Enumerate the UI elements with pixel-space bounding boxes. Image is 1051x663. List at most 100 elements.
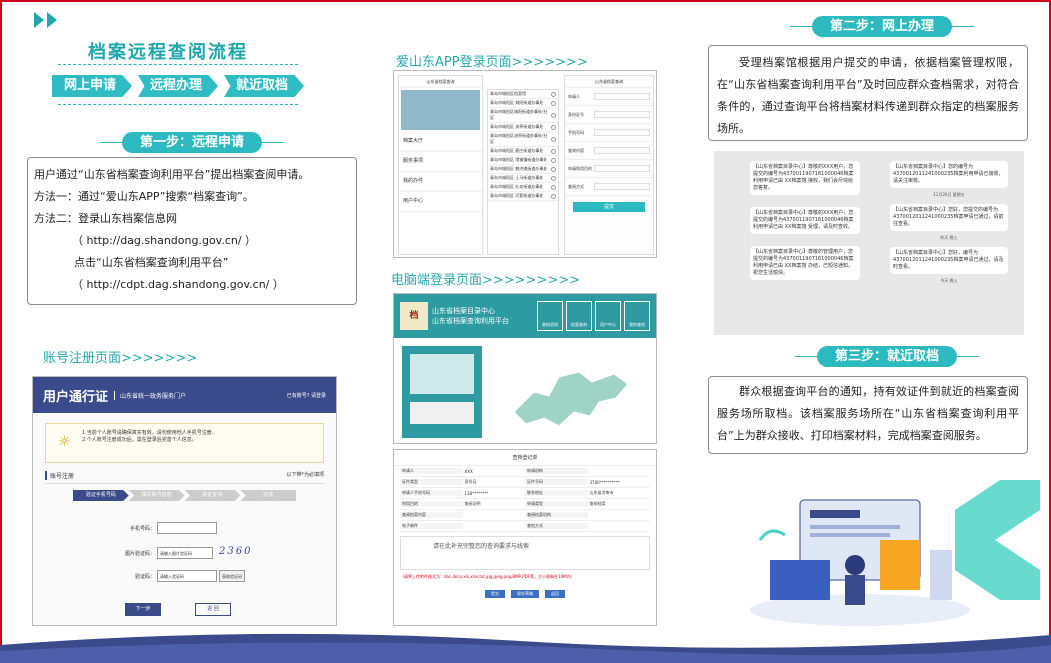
district-item[interactable]: 青岛市城阳区城阳街道办事处/社区	[488, 108, 558, 123]
app-menu-item[interactable]: 服务事项	[399, 152, 482, 172]
reg-notice-1: 1.当前个人账号请确保真实有效，请勿使用他人手机号注册。	[82, 430, 217, 436]
district-item[interactable]: 青岛市城阳区 棘洪滩街道办事处	[488, 165, 558, 174]
form-cell-value[interactable]: 查阅证明	[463, 501, 526, 507]
app-form-field[interactable]: 手机号码	[565, 124, 653, 142]
district-label: 青岛市城阳区 夏庄街道办事处	[490, 148, 544, 153]
pc-section-label: 电脑端登录页面>>>>>>>>>	[391, 273, 581, 288]
form-hint-textarea[interactable]: 请在此补充完整您的查询要求与线索	[400, 536, 650, 570]
app-screenshot: 山东省档案查询 档案大厅 服务事项 我的办件 用户中心 青岛市城阳区档案馆 青岛市…	[393, 70, 657, 258]
radio-icon[interactable]	[551, 175, 556, 181]
app-header: 山东省档案查询	[399, 76, 482, 88]
app-menu-item[interactable]: 档案大厅	[399, 132, 482, 152]
pc-nav-item[interactable]: 用户中心	[595, 301, 621, 331]
phone-input[interactable]	[157, 522, 217, 534]
reg-step-3: 验证证书	[184, 490, 241, 501]
app-field-label: 身份证号	[568, 111, 584, 117]
radio-icon[interactable]	[551, 112, 556, 118]
radio-icon[interactable]	[551, 166, 556, 172]
form-cell-value[interactable]: 山东省济南市	[588, 490, 651, 496]
radio-icon[interactable]	[551, 148, 556, 154]
district-item[interactable]: 青岛市城阳区 流亭街道办事处	[488, 123, 558, 132]
reg-section-label: 账号注册页面>>>>>>>	[43, 351, 198, 366]
reg-header-sub: 山东省统一政务服务门户	[114, 390, 186, 400]
form-submit-button[interactable]: 提交	[485, 590, 505, 598]
app-field-input[interactable]	[594, 165, 650, 172]
sms-date: 11月26日 星期五	[933, 192, 965, 197]
captcha-image[interactable]: 2360	[219, 546, 252, 557]
app-form-title: 山东省档案查询	[565, 76, 653, 88]
sms-screenshot: 【山东省档案目录中心】尊敬的XXX用户，您提交的编号为4370011907161…	[714, 151, 1024, 335]
form-cell-value[interactable]: 138********	[463, 491, 526, 496]
app-field-input[interactable]	[594, 183, 650, 190]
pc-header: 档 山东省档案目录中心 山东省档案查询利用平台 查档须知 档案查询 用户中心 我的查档	[394, 294, 656, 338]
app-field-input[interactable]	[594, 147, 650, 154]
step3-header: 第三步：就近取档	[795, 346, 980, 367]
form-cell-value[interactable]: 身份证	[463, 479, 526, 485]
reg-header-title: 用户通行证	[43, 389, 109, 405]
app-submit-button[interactable]: 提交	[573, 202, 645, 212]
step3-pill: 第三步：就近取档	[817, 346, 958, 367]
radio-icon[interactable]	[551, 136, 556, 142]
form-draft-button[interactable]: 保存草稿	[511, 590, 539, 598]
radio-icon[interactable]	[551, 100, 556, 106]
form-title: 查档登记单	[394, 450, 656, 466]
captcha-label: 图片验证码：	[124, 551, 155, 557]
app-form-field[interactable]: 申请人	[565, 88, 653, 106]
reg-login-link[interactable]: 已有账号? 请登录	[287, 392, 326, 399]
step1-line: 方法一：通过“爱山东APP”搜索“档案查询”。	[34, 190, 254, 203]
district-item[interactable]: 青岛市城阳区 红岛街道办事处	[488, 183, 558, 192]
district-item[interactable]: 青岛市城阳区 惜福镇街道办事处	[488, 156, 558, 165]
app-field-input[interactable]	[594, 93, 650, 100]
radio-icon[interactable]	[551, 91, 556, 97]
app-menu-item[interactable]: 用户中心	[399, 192, 482, 212]
app-form-field[interactable]: 查阅方式	[565, 178, 653, 196]
app-form-field[interactable]: 查询内容	[565, 142, 653, 160]
radio-icon[interactable]	[551, 124, 556, 130]
reg-notice-2: 2.个人账号注册成功后，需在登录后完善个人信息。	[82, 437, 197, 443]
sms-date: 今天 晚上	[940, 278, 958, 283]
pc-nav-item[interactable]: 档案查询	[566, 301, 592, 331]
radio-icon[interactable]	[551, 184, 556, 190]
reg-tab: 账号注册	[45, 471, 74, 480]
form-row: 利用目的 查阅证明 申请类型 查阅档案	[400, 499, 650, 510]
app-field-input[interactable]	[594, 111, 650, 118]
form-row: 查阅档案内容 查阅档案机构	[400, 510, 650, 521]
district-item[interactable]: 青岛市城阳区档案馆	[488, 90, 558, 99]
radio-icon[interactable]	[551, 193, 556, 199]
form-warning: （请将上传附件格式为：doc,docx,xls,xlsx,txt,jpg,jpe…	[400, 574, 575, 579]
app-form-field[interactable]: 身份证号	[565, 106, 653, 124]
app-form-field[interactable]: 申请利用目的	[565, 160, 653, 178]
step2-box: 受理档案馆根据用户提交的申请，依据档案管理权限，在“山东省档案查询利用平台”及时…	[708, 45, 1028, 141]
reg-header: 用户通行证 山东省统一政务服务门户 已有账号? 请登录	[33, 377, 336, 413]
back-button[interactable]: 返 回	[195, 603, 231, 616]
pc-nav-item[interactable]: 我的查档	[624, 301, 650, 331]
step2-header: 第二步：网上办理	[790, 16, 975, 37]
form-cell-value[interactable]: 查阅档案	[588, 501, 651, 507]
next-button[interactable]: 下一步	[125, 603, 161, 616]
district-item[interactable]: 青岛市城阳区 上马街道办事处	[488, 174, 558, 183]
form-cell-label: 申请人	[400, 468, 463, 474]
pc-title-1: 山东省档案目录中心	[432, 307, 495, 315]
captcha-input[interactable]: 请输入图片验证码	[157, 547, 213, 559]
app-field-input[interactable]	[594, 129, 650, 136]
district-item[interactable]: 青岛市城阳区流亭街道办事处/社区	[488, 132, 558, 147]
district-label: 青岛市城阳区 上马街道办事处	[490, 175, 544, 180]
form-cell-value[interactable]: 3700**********	[588, 480, 651, 485]
flow-chevrons: 网上申请 远程办理 就近取档	[52, 75, 305, 97]
sms-bubble: 【山东省档案目录中心】尊敬的管理用户，您提交的编号为43700119071610…	[750, 246, 860, 280]
radio-icon[interactable]	[551, 157, 556, 163]
form-cell-label: 查阅档案内容	[400, 512, 463, 518]
district-item[interactable]: 青岛市城阳区 城阳街道办事处	[488, 99, 558, 108]
pc-nav-item[interactable]: 查档须知	[537, 301, 563, 331]
form-cell-value[interactable]: XXX	[463, 469, 526, 474]
app-menu-item[interactable]: 我的办件	[399, 172, 482, 192]
district-label: 青岛市城阳区 红岛街道办事处	[490, 184, 544, 189]
code-input[interactable]: 请输入验证码	[157, 570, 217, 582]
pc-login-form[interactable]	[410, 402, 474, 424]
get-code-button[interactable]: 获取验证码	[219, 570, 245, 582]
district-item[interactable]: 青岛市城阳区 夏庄街道办事处	[488, 147, 558, 156]
district-item[interactable]: 青岛市城阳区 河套街道办事处	[488, 192, 558, 201]
app-phone-left: 山东省档案查询 档案大厅 服务事项 我的办件 用户中心	[398, 75, 483, 255]
step1-pill: 第一步：远程申请	[122, 132, 263, 153]
form-back-button[interactable]: 返回	[545, 590, 565, 598]
